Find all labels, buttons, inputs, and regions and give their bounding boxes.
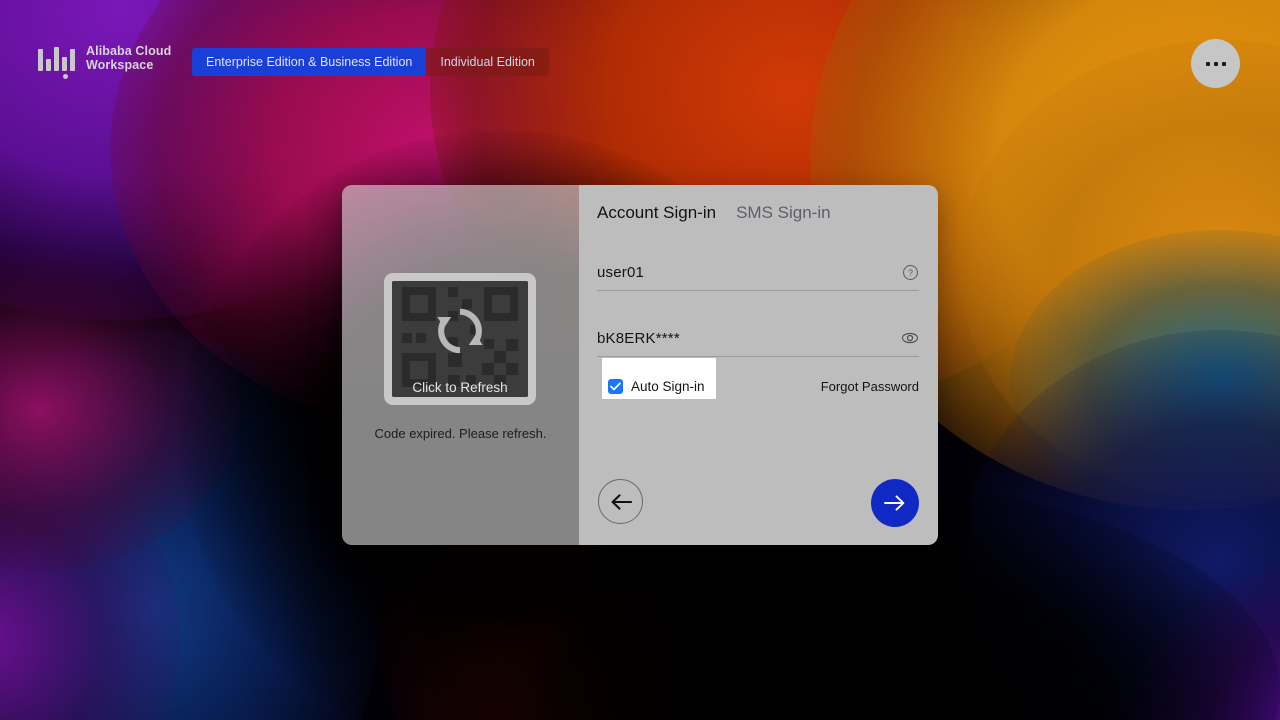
svg-text:?: ? xyxy=(908,268,913,278)
forgot-password-link[interactable]: Forgot Password xyxy=(821,379,919,394)
sign-in-submit-button[interactable] xyxy=(871,479,919,527)
brand-line-2: Workspace xyxy=(86,58,154,72)
auto-signin-checkbox-row[interactable]: Auto Sign-in xyxy=(597,378,705,394)
screen: Alibaba Cloud Workspace Enterprise Editio… xyxy=(0,0,1280,720)
more-options-icon-dot-3 xyxy=(1221,61,1226,66)
username-value[interactable]: user01 xyxy=(597,264,644,281)
help-circle-icon[interactable]: ? xyxy=(901,263,919,281)
credentials-form: Account Sign-in SMS Sign-in user01 ? bK8… xyxy=(579,185,938,545)
password-value[interactable]: bK8ERK**** xyxy=(597,330,680,347)
check-icon xyxy=(610,381,621,390)
eye-icon[interactable] xyxy=(901,329,919,347)
more-options-icon-dot-2 xyxy=(1213,61,1218,66)
edition-tab-enterprise[interactable]: Enterprise Edition & Business Edition xyxy=(192,48,427,76)
login-panel: Click to Refresh Code expired. Please re… xyxy=(342,185,938,545)
brand-name: Alibaba Cloud Workspace xyxy=(86,44,171,72)
refresh-icon xyxy=(437,308,483,354)
auto-signin-checkbox[interactable] xyxy=(608,378,623,394)
alibaba-cloud-bars-logo-icon xyxy=(38,45,75,79)
edition-tab-group: Enterprise Edition & Business Edition In… xyxy=(192,48,549,76)
edition-tab-individual[interactable]: Individual Edition xyxy=(426,48,549,76)
qr-sign-in-section: Click to Refresh Code expired. Please re… xyxy=(342,185,579,545)
sign-in-tab-group: Account Sign-in SMS Sign-in xyxy=(597,203,831,223)
arrow-right-icon xyxy=(884,495,905,511)
brand-line-1: Alibaba Cloud xyxy=(86,44,172,58)
more-options-button[interactable] xyxy=(1191,39,1240,88)
top-bar: Alibaba Cloud Workspace Enterprise Editio… xyxy=(0,0,1280,128)
more-options-icon-dot-1 xyxy=(1205,61,1210,66)
brand: Alibaba Cloud Workspace xyxy=(38,44,171,79)
qr-code-refresh-button[interactable]: Click to Refresh xyxy=(384,273,536,405)
password-field[interactable]: bK8ERK**** xyxy=(597,329,919,357)
auto-signin-label: Auto Sign-in xyxy=(631,378,705,394)
options-row: Auto Sign-in Forgot Password xyxy=(597,358,919,399)
arrow-left-icon xyxy=(611,493,632,510)
qr-refresh-label: Click to Refresh xyxy=(412,380,508,395)
qr-status-text: Code expired. Please refresh. xyxy=(374,426,547,441)
username-field[interactable]: user01 ? xyxy=(597,263,919,291)
tab-account-sign-in[interactable]: Account Sign-in xyxy=(597,203,716,223)
tab-sms-sign-in[interactable]: SMS Sign-in xyxy=(736,203,830,223)
back-button[interactable] xyxy=(598,479,643,524)
